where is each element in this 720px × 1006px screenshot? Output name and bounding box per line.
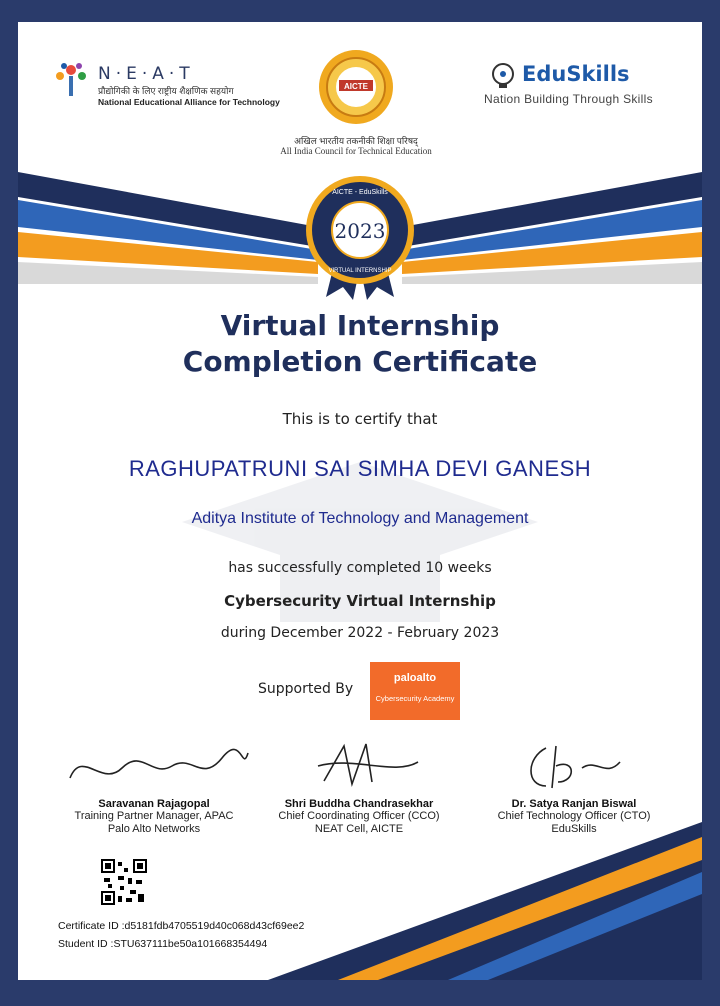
certificate-title-line2: Completion Certificate xyxy=(182,345,538,378)
student-id: Student ID :STU637111be50a101668354494 xyxy=(58,938,268,950)
college-name: Aditya Institute of Technology and Manag… xyxy=(191,510,529,527)
neat-hindi: प्रौद्योगिकी के लिए राष्ट्रीय शैक्षणिक स… xyxy=(98,86,234,96)
paloalto-subtitle: Cybersecurity Academy xyxy=(375,694,455,703)
seal-ring-bottom: VIRTUAL INTERNSHIP xyxy=(328,268,391,274)
signatory-1: Saravanan Rajagopal Training Partner Man… xyxy=(44,798,264,836)
certificate-id: Certificate ID :d5181fdb4705519d40c068d4… xyxy=(58,920,305,932)
supported-by-label: Supported By xyxy=(258,681,354,697)
signatory-3-name: Dr. Satya Ranjan Biswal xyxy=(511,798,637,810)
signature-2-image xyxy=(317,743,419,787)
course-name: Cybersecurity Virtual Internship xyxy=(224,592,496,610)
aicte-english: All India Council for Technical Educatio… xyxy=(280,146,432,156)
certificate-sheet: N·E·A·T प्रौद्योगिकी के लिए राष्ट्रीय शै… xyxy=(18,22,702,980)
signatory-3-role1: Chief Technology Officer (CTO) xyxy=(497,810,651,822)
signatory-1-role2: Palo Alto Networks xyxy=(107,823,201,835)
signature-1-image xyxy=(69,748,249,779)
aicte-logo-text: AICTE xyxy=(344,82,369,91)
decorative-bands xyxy=(18,172,702,980)
signature-3-image xyxy=(530,745,621,789)
seal-ring-top: AICTE - EduSkills xyxy=(332,189,388,196)
eduskills-bulb-icon xyxy=(492,63,514,88)
signatory-2-role1: Chief Coordinating Officer (CCO) xyxy=(278,810,440,822)
certificate-title-line1: Virtual Internship xyxy=(220,309,500,342)
neat-english: National Educational Alliance for Techno… xyxy=(98,97,280,107)
seal-year: 2023 xyxy=(335,219,386,243)
student-name: RAGHUPATRUNI SAI SIMHA DEVI GANESH xyxy=(128,456,592,481)
neat-word: N·E·A·T xyxy=(98,64,195,84)
signatory-2: Shri Buddha Chandrasekhar Chief Coordina… xyxy=(254,798,464,836)
duration-text: during December 2022 - February 2023 xyxy=(220,625,500,641)
eduskills-tagline: Nation Building Through Skills xyxy=(484,92,653,106)
signatory-3: Dr. Satya Ranjan Biswal Chief Technology… xyxy=(464,798,684,836)
qr-code-icon[interactable] xyxy=(100,858,148,906)
signatory-3-role2: EduSkills xyxy=(551,823,597,835)
signatory-1-role1: Training Partner Manager, APAC xyxy=(74,810,234,822)
eduskills-brand: EduSkills xyxy=(522,62,630,86)
paloalto-name: paloalto xyxy=(393,672,437,684)
signatory-2-name: Shri Buddha Chandrasekhar xyxy=(284,798,434,810)
signatory-2-role2: NEAT Cell, AICTE xyxy=(314,823,404,835)
signatory-1-name: Saravanan Rajagopal xyxy=(98,798,210,810)
certify-text: This is to certify that xyxy=(282,410,438,428)
certificate-page: N·E·A·T प्रौद्योगिकी के लिए राष्ट्रीय शै… xyxy=(0,0,720,1006)
paloalto-logo: paloalto Cybersecurity Academy xyxy=(370,662,460,720)
neat-logo xyxy=(52,58,90,103)
internship-seal-icon: 2023 AICTE - EduSkills VIRTUAL INTERNSHI… xyxy=(306,176,414,300)
aicte-logo-icon: AICTE xyxy=(319,50,393,124)
neat-tree-icon xyxy=(56,63,86,96)
completion-text: has successfully completed 10 weeks xyxy=(228,560,492,576)
